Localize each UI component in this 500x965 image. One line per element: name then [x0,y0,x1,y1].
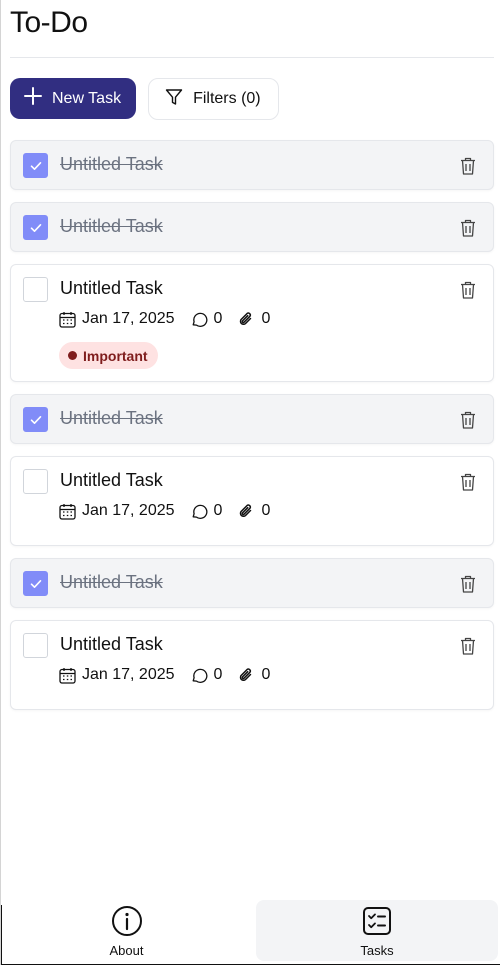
task-meta: Jan 17, 2025 0 0 [59,502,285,520]
task-title[interactable]: Untitled Task [60,634,163,655]
task-date: Jan 17, 2025 [59,666,175,684]
calendar-icon [59,311,76,328]
nav-item-about[interactable]: About [4,900,249,961]
badge-dot [68,351,77,360]
calendar-icon [59,503,76,520]
comment-count: 0 [213,310,223,327]
check-icon [30,161,41,170]
check-icon [30,223,41,232]
bottom-nav: About Tasks [1,900,500,965]
trash-icon[interactable] [459,574,477,594]
nav-about-label: About [109,943,144,958]
task-checkbox[interactable] [23,571,48,596]
check-icon [30,579,41,588]
frame-edge [1,905,2,965]
task-title[interactable]: Untitled Task [60,470,163,491]
task-checkbox[interactable] [23,277,48,302]
task-date-text: Jan 17, 2025 [82,310,175,327]
comment-icon [192,312,208,327]
task-item: Untitled Task [10,558,494,608]
attachment-count: 0 [261,502,271,519]
checklist-icon [363,907,391,935]
attachment-count: 0 [261,666,271,683]
task-comments: 0 [190,310,223,328]
task-title[interactable]: Untitled Task [60,572,163,593]
header-divider [10,57,494,58]
paperclip-icon [240,668,252,682]
trash-icon[interactable] [459,156,477,176]
attachment-count: 0 [261,310,271,327]
paperclip-icon [240,504,252,518]
task-item: Untitled Task [10,202,494,252]
task-meta: Jan 17, 2025 0 0 [59,310,285,328]
priority-badge: Important [59,342,158,369]
task-checkbox[interactable] [23,153,48,178]
task-item: Untitled Task [10,394,494,444]
task-item: Untitled Task Jan 17, 2025 0 0 [10,456,494,546]
filters-button[interactable]: Filters (0) [148,78,279,120]
info-icon [111,906,142,936]
comment-icon [192,668,208,683]
task-title[interactable]: Untitled Task [60,216,163,237]
task-comments: 0 [190,502,223,520]
nav-tasks-label: Tasks [360,943,394,958]
task-attachments: 0 [237,666,270,684]
new-task-label: New Task [52,89,122,107]
task-date-text: Jan 17, 2025 [82,502,175,519]
trash-icon[interactable] [459,472,477,492]
trash-icon[interactable] [459,410,477,430]
trash-icon[interactable] [459,280,477,300]
new-task-button[interactable]: New Task [10,78,137,119]
task-checkbox[interactable] [23,469,48,494]
task-date: Jan 17, 2025 [59,502,175,520]
task-comments: 0 [190,666,223,684]
task-title[interactable]: Untitled Task [60,278,163,299]
task-checkbox[interactable] [23,633,48,658]
calendar-icon [59,667,76,684]
task-item: Untitled Task [10,140,494,190]
filters-label: Filters (0) [193,90,261,107]
comment-count: 0 [213,502,223,519]
task-date: Jan 17, 2025 [59,310,175,328]
task-checkbox[interactable] [23,407,48,432]
trash-icon[interactable] [459,636,477,656]
paperclip-icon [240,312,252,326]
comment-count: 0 [213,666,223,683]
filter-icon [165,88,183,111]
check-icon [30,415,41,424]
task-checkbox[interactable] [23,215,48,240]
badge-label: Important [83,347,148,364]
comment-icon [192,504,208,519]
task-title[interactable]: Untitled Task [60,408,163,429]
task-attachments: 0 [237,310,270,328]
task-date-text: Jan 17, 2025 [82,666,175,683]
task-item: Untitled Task Jan 17, 2025 0 0 [10,620,494,710]
task-item: Untitled Task Jan 17, 2025 0 0 [10,264,494,382]
task-meta: Jan 17, 2025 0 0 [59,666,285,684]
nav-item-tasks[interactable]: Tasks [256,900,498,961]
task-title[interactable]: Untitled Task [60,154,163,175]
trash-icon[interactable] [459,218,477,238]
toolbar: New Task Filters (0) [10,78,279,120]
page-title: To-Do [10,6,88,39]
task-attachments: 0 [237,502,270,520]
plus-icon [24,87,42,110]
app-root: To-Do New Task Filters (0) Untitled Task [0,0,500,965]
